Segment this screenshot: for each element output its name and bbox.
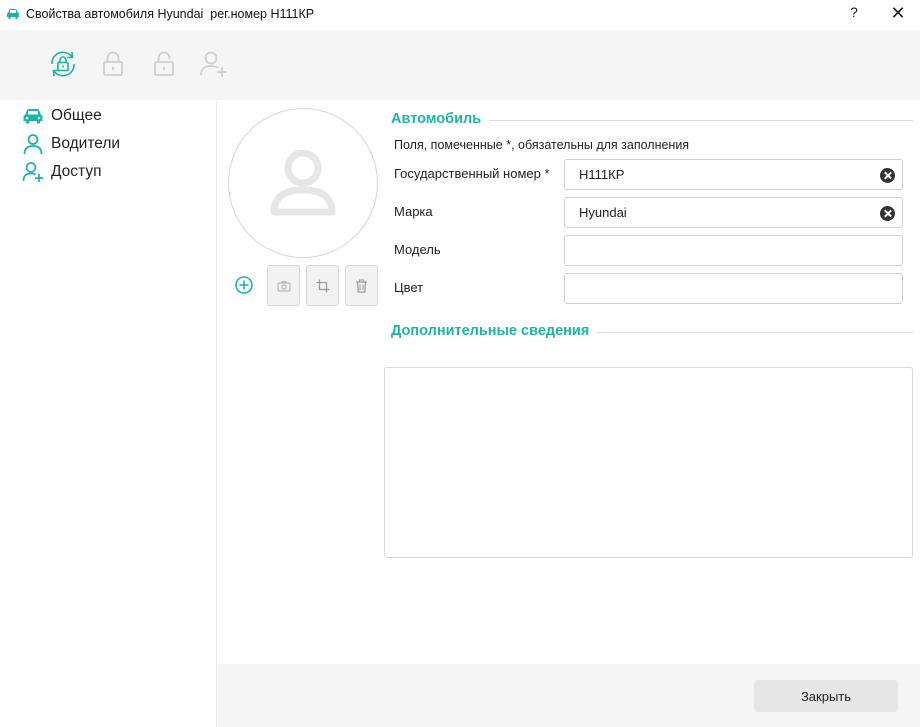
crop-icon xyxy=(316,279,329,292)
notes-textarea[interactable] xyxy=(385,368,912,557)
lock-icon xyxy=(103,51,123,76)
delete-photo-button[interactable] xyxy=(345,265,378,306)
notes-field xyxy=(384,367,913,558)
user-placeholder-icon xyxy=(270,150,336,216)
color-field xyxy=(564,273,903,304)
model-field xyxy=(564,235,903,266)
model-label: Модель xyxy=(394,242,441,257)
window-close-button[interactable]: ✕ xyxy=(886,3,910,25)
lock-button[interactable] xyxy=(97,48,129,80)
sidebar-item-label: Доступ xyxy=(51,163,102,180)
sidebar-item-general[interactable]: Общее xyxy=(22,104,102,128)
model-input[interactable] xyxy=(565,236,902,265)
trash-icon xyxy=(356,279,367,293)
required-fields-hint: Поля, помеченные *, обязательны для запо… xyxy=(394,138,690,152)
add-user-icon xyxy=(200,51,227,77)
sidebar-item-label: Общее xyxy=(51,107,102,124)
window-title: Свойства автомобиля Hyundai рег.номер Н1… xyxy=(26,7,315,21)
title-bar: Свойства автомобиля Hyundai рег.номер Н1… xyxy=(0,0,920,30)
brand-label: Марка xyxy=(394,204,433,219)
camera-icon xyxy=(276,280,291,292)
toolbar xyxy=(0,30,920,100)
color-label: Цвет xyxy=(394,280,424,295)
color-input[interactable] xyxy=(565,274,902,303)
plate-number-label: Государственный номер * xyxy=(394,166,550,181)
unlock-button[interactable] xyxy=(148,48,180,80)
plate-number-input[interactable] xyxy=(565,160,902,189)
avatar xyxy=(228,108,378,258)
take-photo-button[interactable] xyxy=(267,265,300,306)
plate-number-field xyxy=(564,159,903,190)
user-access-icon xyxy=(22,161,44,183)
plus-circle-icon xyxy=(235,276,253,294)
add-photo-button[interactable] xyxy=(234,275,254,295)
unlock-icon xyxy=(154,51,174,76)
sidebar-item-access[interactable]: Доступ xyxy=(22,160,101,184)
car-section-title: Автомобиль xyxy=(391,111,490,127)
clear-plate-number-button[interactable] xyxy=(880,168,895,183)
car-icon xyxy=(7,9,19,19)
sync-lock-button[interactable] xyxy=(47,48,79,80)
extra-section-title: Дополнительные сведения xyxy=(391,323,598,339)
clear-brand-button[interactable] xyxy=(880,206,895,221)
sidebar-item-label: Водители xyxy=(51,135,121,152)
sidebar-item-drivers[interactable]: Водители xyxy=(22,132,120,156)
sync-lock-icon xyxy=(51,51,75,77)
car-icon xyxy=(22,105,44,127)
brand-input[interactable] xyxy=(565,198,902,227)
brand-field xyxy=(564,197,903,228)
properties-window: Свойства автомобиля Hyundai рег.номер Н1… xyxy=(0,0,920,727)
help-button[interactable]: ? xyxy=(846,4,862,24)
add-user-button[interactable] xyxy=(198,48,230,80)
sidebar: Общее Водители Доступ xyxy=(0,100,217,727)
crop-photo-button[interactable] xyxy=(306,265,339,306)
user-icon xyxy=(22,133,44,155)
close-button[interactable]: Закрыть xyxy=(754,680,898,712)
